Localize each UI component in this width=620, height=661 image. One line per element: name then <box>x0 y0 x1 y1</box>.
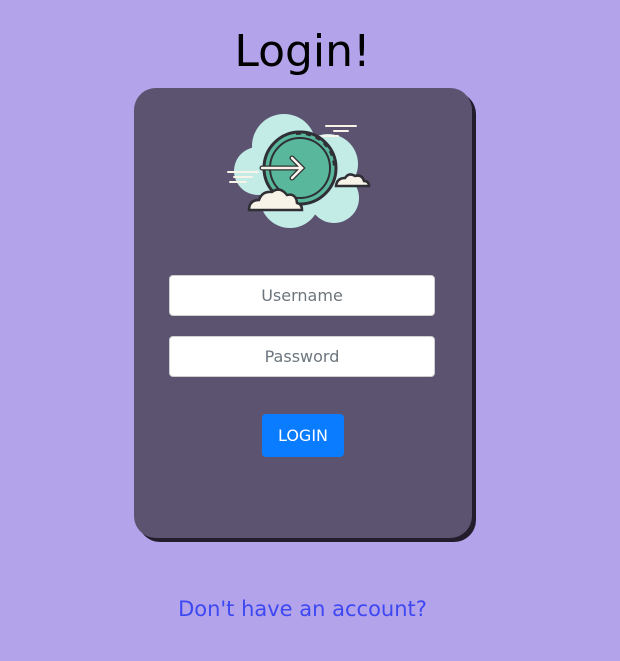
username-placeholder: Username <box>261 286 343 305</box>
login-card: Username Password LOGIN <box>134 88 472 538</box>
signup-link[interactable]: Don't have an account? <box>0 595 605 623</box>
login-cloud-arrow-icon <box>227 114 371 228</box>
login-button[interactable]: LOGIN <box>262 414 344 457</box>
password-input[interactable]: Password <box>169 336 435 377</box>
page-title: Login! <box>234 26 371 77</box>
username-input[interactable]: Username <box>169 275 435 316</box>
password-placeholder: Password <box>264 347 340 366</box>
login-page: { "page": { "title": "Login!" }, "form":… <box>0 0 620 661</box>
login-button-label: LOGIN <box>277 426 329 445</box>
